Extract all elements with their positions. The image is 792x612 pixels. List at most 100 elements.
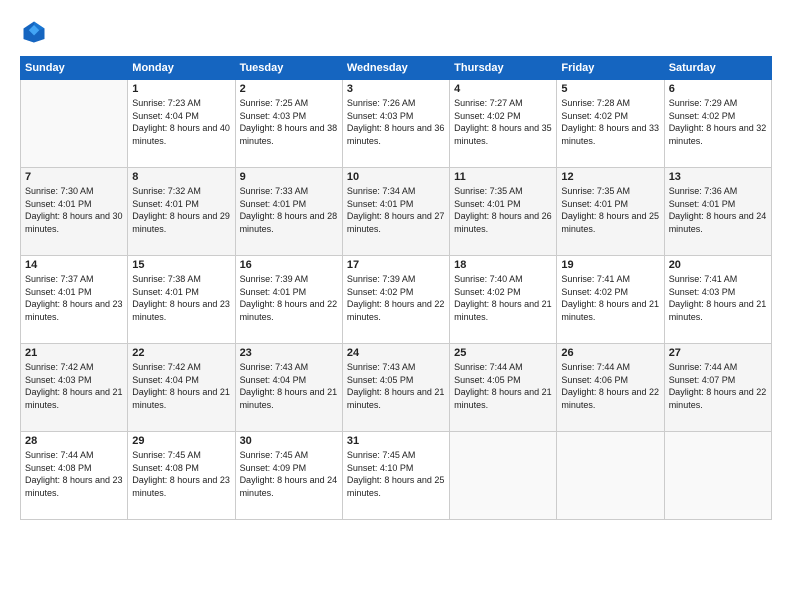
- calendar-header-wednesday: Wednesday: [342, 57, 449, 80]
- day-number: 9: [240, 171, 338, 183]
- calendar-cell: 2 Sunrise: 7:25 AMSunset: 4:03 PMDaylight…: [235, 80, 342, 168]
- calendar-cell: 7 Sunrise: 7:30 AMSunset: 4:01 PMDaylight…: [21, 168, 128, 256]
- calendar-cell: [557, 432, 664, 520]
- day-detail: Sunrise: 7:38 AMSunset: 4:01 PMDaylight:…: [132, 273, 230, 323]
- day-detail: Sunrise: 7:42 AMSunset: 4:03 PMDaylight:…: [25, 361, 123, 411]
- day-detail: Sunrise: 7:23 AMSunset: 4:04 PMDaylight:…: [132, 97, 230, 147]
- day-number: 18: [454, 259, 552, 271]
- calendar-header-monday: Monday: [128, 57, 235, 80]
- calendar-cell: 1 Sunrise: 7:23 AMSunset: 4:04 PMDaylight…: [128, 80, 235, 168]
- day-number: 28: [25, 435, 123, 447]
- calendar-week-5: 28Sunrise: 7:44 AMSunset: 4:08 PMDayligh…: [21, 432, 772, 520]
- calendar-week-2: 7 Sunrise: 7:30 AMSunset: 4:01 PMDaylight…: [21, 168, 772, 256]
- calendar-cell: 18Sunrise: 7:40 AMSunset: 4:02 PMDayligh…: [450, 256, 557, 344]
- logo: [20, 18, 52, 46]
- day-detail: Sunrise: 7:32 AMSunset: 4:01 PMDaylight:…: [132, 185, 230, 235]
- calendar-cell: 28Sunrise: 7:44 AMSunset: 4:08 PMDayligh…: [21, 432, 128, 520]
- day-number: 13: [669, 171, 767, 183]
- header: [20, 18, 772, 46]
- calendar-cell: 6Sunrise: 7:29 AMSunset: 4:02 PMDaylight…: [664, 80, 771, 168]
- day-detail: Sunrise: 7:43 AMSunset: 4:04 PMDaylight:…: [240, 361, 338, 411]
- calendar-cell: 10 Sunrise: 7:34 AMSunset: 4:01 PMDayligh…: [342, 168, 449, 256]
- calendar-cell: 30Sunrise: 7:45 AMSunset: 4:09 PMDayligh…: [235, 432, 342, 520]
- day-number: 14: [25, 259, 123, 271]
- calendar-table: SundayMondayTuesdayWednesdayThursdayFrid…: [20, 56, 772, 520]
- calendar-cell: 29Sunrise: 7:45 AMSunset: 4:08 PMDayligh…: [128, 432, 235, 520]
- day-number: 27: [669, 347, 767, 359]
- day-detail: Sunrise: 7:42 AMSunset: 4:04 PMDaylight:…: [132, 361, 230, 411]
- day-detail: Sunrise: 7:27 AMSunset: 4:02 PMDaylight:…: [454, 97, 552, 147]
- calendar-cell: 24 Sunrise: 7:43 AMSunset: 4:05 PMDayligh…: [342, 344, 449, 432]
- day-number: 7: [25, 171, 123, 183]
- day-detail: Sunrise: 7:39 AMSunset: 4:02 PMDaylight:…: [347, 273, 445, 323]
- day-number: 8: [132, 171, 230, 183]
- day-detail: Sunrise: 7:34 AMSunset: 4:01 PMDaylight:…: [347, 185, 445, 235]
- day-detail: Sunrise: 7:39 AMSunset: 4:01 PMDaylight:…: [240, 273, 338, 323]
- day-detail: Sunrise: 7:41 AMSunset: 4:02 PMDaylight:…: [561, 273, 659, 323]
- day-detail: Sunrise: 7:25 AMSunset: 4:03 PMDaylight:…: [240, 97, 338, 147]
- day-detail: Sunrise: 7:41 AMSunset: 4:03 PMDaylight:…: [669, 273, 767, 323]
- day-detail: Sunrise: 7:37 AMSunset: 4:01 PMDaylight:…: [25, 273, 123, 323]
- calendar-cell: [664, 432, 771, 520]
- calendar-cell: 11 Sunrise: 7:35 AMSunset: 4:01 PMDayligh…: [450, 168, 557, 256]
- calendar-cell: 3 Sunrise: 7:26 AMSunset: 4:03 PMDaylight…: [342, 80, 449, 168]
- day-number: 30: [240, 435, 338, 447]
- day-number: 5: [561, 83, 659, 95]
- calendar-header-thursday: Thursday: [450, 57, 557, 80]
- day-detail: Sunrise: 7:28 AMSunset: 4:02 PMDaylight:…: [561, 97, 659, 147]
- day-number: 29: [132, 435, 230, 447]
- logo-icon: [20, 18, 48, 46]
- calendar-cell: 12 Sunrise: 7:35 AMSunset: 4:01 PMDayligh…: [557, 168, 664, 256]
- day-detail: Sunrise: 7:35 AMSunset: 4:01 PMDaylight:…: [454, 185, 552, 235]
- day-number: 10: [347, 171, 445, 183]
- day-detail: Sunrise: 7:45 AMSunset: 4:10 PMDaylight:…: [347, 449, 445, 499]
- calendar-week-3: 14 Sunrise: 7:37 AMSunset: 4:01 PMDayligh…: [21, 256, 772, 344]
- day-detail: Sunrise: 7:29 AMSunset: 4:02 PMDaylight:…: [669, 97, 767, 147]
- calendar-cell: 4 Sunrise: 7:27 AMSunset: 4:02 PMDaylight…: [450, 80, 557, 168]
- day-detail: Sunrise: 7:26 AMSunset: 4:03 PMDaylight:…: [347, 97, 445, 147]
- day-number: 1: [132, 83, 230, 95]
- calendar-cell: 9 Sunrise: 7:33 AMSunset: 4:01 PMDaylight…: [235, 168, 342, 256]
- day-detail: Sunrise: 7:43 AMSunset: 4:05 PMDaylight:…: [347, 361, 445, 411]
- calendar-cell: 5 Sunrise: 7:28 AMSunset: 4:02 PMDaylight…: [557, 80, 664, 168]
- calendar-cell: 19 Sunrise: 7:41 AMSunset: 4:02 PMDayligh…: [557, 256, 664, 344]
- calendar-cell: [21, 80, 128, 168]
- day-detail: Sunrise: 7:36 AMSunset: 4:01 PMDaylight:…: [669, 185, 767, 235]
- day-number: 19: [561, 259, 659, 271]
- day-number: 12: [561, 171, 659, 183]
- calendar-cell: 15 Sunrise: 7:38 AMSunset: 4:01 PMDayligh…: [128, 256, 235, 344]
- calendar-week-1: 1 Sunrise: 7:23 AMSunset: 4:04 PMDaylight…: [21, 80, 772, 168]
- day-detail: Sunrise: 7:30 AMSunset: 4:01 PMDaylight:…: [25, 185, 123, 235]
- calendar-header-saturday: Saturday: [664, 57, 771, 80]
- day-number: 15: [132, 259, 230, 271]
- day-detail: Sunrise: 7:44 AMSunset: 4:07 PMDaylight:…: [669, 361, 767, 411]
- day-number: 11: [454, 171, 552, 183]
- calendar-cell: 26 Sunrise: 7:44 AMSunset: 4:06 PMDayligh…: [557, 344, 664, 432]
- day-number: 4: [454, 83, 552, 95]
- day-detail: Sunrise: 7:33 AMSunset: 4:01 PMDaylight:…: [240, 185, 338, 235]
- day-number: 2: [240, 83, 338, 95]
- calendar-cell: 23 Sunrise: 7:43 AMSunset: 4:04 PMDayligh…: [235, 344, 342, 432]
- calendar-header-sunday: Sunday: [21, 57, 128, 80]
- day-number: 17: [347, 259, 445, 271]
- calendar-cell: 31Sunrise: 7:45 AMSunset: 4:10 PMDayligh…: [342, 432, 449, 520]
- calendar-cell: 21Sunrise: 7:42 AMSunset: 4:03 PMDayligh…: [21, 344, 128, 432]
- day-number: 26: [561, 347, 659, 359]
- calendar-cell: 13 Sunrise: 7:36 AMSunset: 4:01 PMDayligh…: [664, 168, 771, 256]
- calendar-cell: [450, 432, 557, 520]
- calendar-header-friday: Friday: [557, 57, 664, 80]
- calendar-cell: 17 Sunrise: 7:39 AMSunset: 4:02 PMDayligh…: [342, 256, 449, 344]
- day-detail: Sunrise: 7:35 AMSunset: 4:01 PMDaylight:…: [561, 185, 659, 235]
- calendar-cell: 16Sunrise: 7:39 AMSunset: 4:01 PMDayligh…: [235, 256, 342, 344]
- day-detail: Sunrise: 7:44 AMSunset: 4:05 PMDaylight:…: [454, 361, 552, 411]
- calendar-cell: 25 Sunrise: 7:44 AMSunset: 4:05 PMDayligh…: [450, 344, 557, 432]
- calendar-cell: 14 Sunrise: 7:37 AMSunset: 4:01 PMDayligh…: [21, 256, 128, 344]
- day-number: 23: [240, 347, 338, 359]
- calendar-header-tuesday: Tuesday: [235, 57, 342, 80]
- day-number: 25: [454, 347, 552, 359]
- day-number: 24: [347, 347, 445, 359]
- calendar-week-4: 21Sunrise: 7:42 AMSunset: 4:03 PMDayligh…: [21, 344, 772, 432]
- day-number: 3: [347, 83, 445, 95]
- day-detail: Sunrise: 7:44 AMSunset: 4:06 PMDaylight:…: [561, 361, 659, 411]
- calendar-cell: 27 Sunrise: 7:44 AMSunset: 4:07 PMDayligh…: [664, 344, 771, 432]
